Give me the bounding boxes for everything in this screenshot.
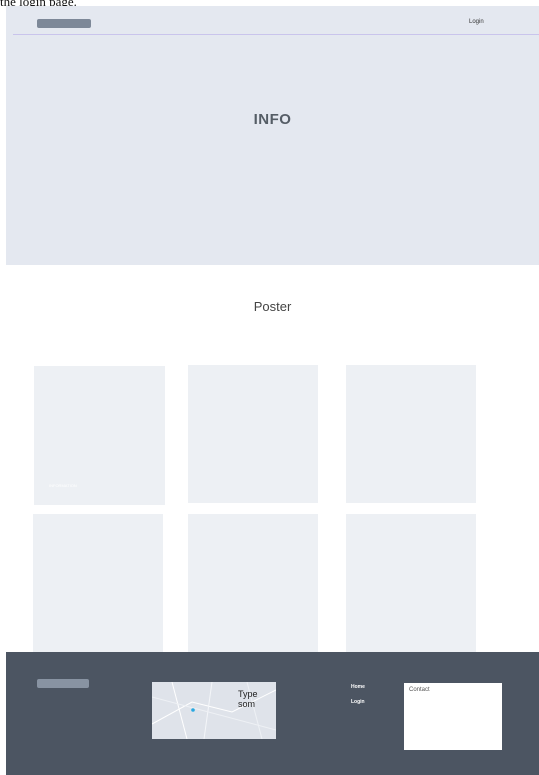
contact-label: Contact	[409, 687, 430, 693]
poster-card[interactable]	[188, 514, 318, 652]
poster-card-label: INFORMATION	[49, 483, 77, 488]
hero-section: Login INFO	[6, 6, 539, 265]
poster-card[interactable]	[188, 365, 318, 503]
footer-link-home[interactable]: Home	[351, 684, 365, 690]
footer-logo-placeholder[interactable]	[37, 679, 89, 688]
nav-divider	[13, 34, 539, 35]
map-search-text[interactable]: Type som	[238, 689, 276, 709]
poster-card[interactable]: INFORMATION	[34, 366, 165, 505]
footer: Type som Home Login Contact	[6, 652, 539, 775]
map-widget[interactable]: Type som	[152, 682, 276, 739]
map-marker-icon	[191, 708, 195, 712]
logo-placeholder[interactable]	[37, 19, 91, 28]
poster-card[interactable]	[33, 514, 163, 652]
footer-link-login[interactable]: Login	[351, 699, 365, 705]
poster-heading: Poster	[253, 299, 292, 314]
poster-card[interactable]	[346, 514, 476, 652]
nav-login-link[interactable]: Login	[469, 19, 484, 25]
poster-card[interactable]	[346, 365, 476, 503]
contact-form[interactable]: Contact	[404, 683, 502, 750]
hero-title: INFO	[253, 111, 292, 128]
